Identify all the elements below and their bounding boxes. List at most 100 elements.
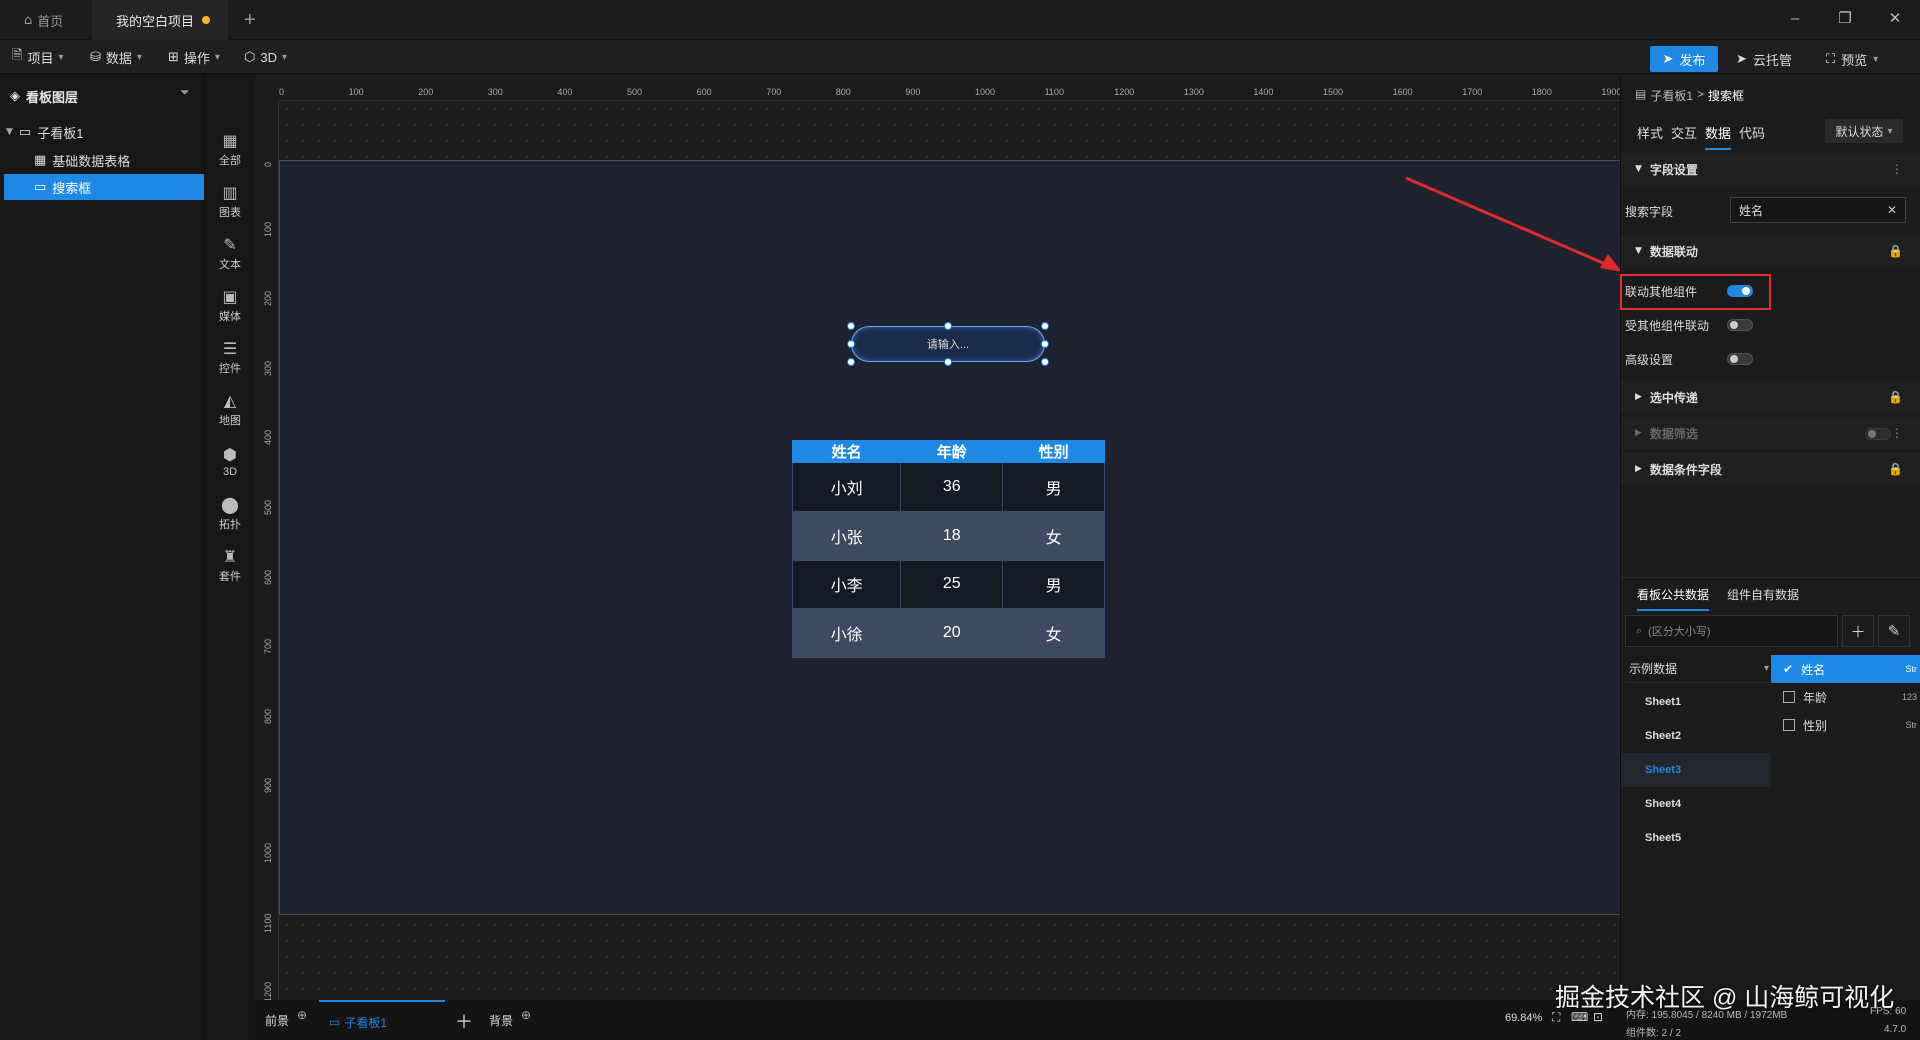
page-icon: ▤ [1635, 87, 1647, 101]
field-item[interactable]: 年龄 123 [1771, 683, 1920, 711]
title-bar: ⌂ 首页 我的空白项目 + – ❐ ✕ [0, 0, 1920, 40]
tab-style[interactable]: 样式 [1637, 123, 1663, 142]
caret-right-icon: ▶ [1635, 428, 1642, 438]
add-foreground-icon[interactable]: ⊕ [297, 1008, 307, 1022]
more-icon[interactable]: ⋮ [1891, 426, 1903, 440]
resize-handle[interactable] [1041, 340, 1049, 348]
resize-handle[interactable] [1041, 322, 1049, 330]
zoom-level[interactable]: 69.84% [1505, 1012, 1542, 1024]
add-tab-button[interactable]: + [244, 0, 256, 40]
publish-button[interactable]: ➤ 发布 [1650, 46, 1718, 72]
more-icon[interactable]: ⋮ [1891, 162, 1903, 176]
tab-board-public-data[interactable]: 看板公共数据 [1637, 586, 1710, 611]
ruler-tick-label: 100 [263, 221, 273, 237]
add-dataset-button[interactable]: ＋ [1842, 615, 1874, 647]
tool-text[interactable]: ✎ 文本 [205, 229, 255, 277]
database-icon: ⛁ [90, 49, 101, 65]
preview-button[interactable]: ⛶ 预览 ▾ [1826, 46, 1878, 72]
tab-project[interactable]: 我的空白项目 [92, 0, 228, 40]
edit-icon: ✎ [1887, 622, 1901, 640]
table-cell: 小徐 [791, 608, 902, 658]
ruler-tick-label: 200 [263, 291, 273, 307]
layer-board[interactable]: ▼ ▭ 子看板1 [6, 119, 83, 145]
section-select-pass[interactable]: ▶ 选中传递 🔒 [1621, 381, 1920, 413]
menu-project[interactable]: 🗎 项目 ▾ [12, 40, 64, 74]
foreground-tab[interactable]: 前景 [265, 1012, 289, 1029]
caret-right-icon: ▶ [1635, 392, 1642, 402]
table-cell: 小刘 [791, 462, 902, 512]
cube-icon: ⬡ [244, 49, 256, 65]
checkbox[interactable] [1783, 719, 1795, 731]
tab-home[interactable]: ⌂ 首页 [8, 0, 88, 40]
add-background-icon[interactable]: ⊕ [521, 1008, 531, 1022]
menu-3d[interactable]: ⬡ 3D ▾ [244, 40, 287, 74]
minimize-icon[interactable]: – [1784, 8, 1806, 30]
tool-3d[interactable]: ⬢ 3D [205, 437, 255, 485]
tool-control[interactable]: ☰ 控件 [205, 333, 255, 381]
resize-handle[interactable] [944, 322, 952, 330]
chevron-down-icon: ▾ [136, 51, 142, 63]
clear-icon[interactable]: ✕ [1887, 203, 1897, 217]
tab-data[interactable]: 数据 [1705, 123, 1732, 150]
sheet-item[interactable]: Sheet1 [1621, 685, 1771, 719]
sheet-item[interactable]: Sheet4 [1621, 787, 1771, 821]
edit-dataset-button[interactable]: ✎ [1878, 615, 1910, 647]
add-board-icon[interactable]: ＋ [455, 1008, 473, 1034]
table-cell: 36 [900, 462, 1004, 512]
dataset-select[interactable]: 示例数据 ▾ [1625, 655, 1775, 683]
field-item[interactable]: 性别 Str [1771, 711, 1920, 739]
linked-by-other-toggle[interactable] [1727, 319, 1753, 331]
section-data-condition[interactable]: ▶ 数据条件字段 🔒 [1621, 453, 1920, 485]
board-tab[interactable]: ▭ 子看板1 [319, 1000, 445, 1040]
restore-icon[interactable]: ❐ [1834, 8, 1856, 30]
layer-search[interactable]: ▭ 搜索框 [4, 174, 204, 200]
ruler-tick-label: 1900 [1601, 87, 1622, 97]
filter-icon[interactable]: ⏷ [180, 85, 190, 100]
tool-all[interactable]: ▦ 全部 [205, 125, 255, 173]
resize-handle[interactable] [1041, 358, 1049, 366]
search-field-input[interactable]: 姓名 ✕ [1730, 197, 1906, 223]
tool-topology[interactable]: ⬤ 拓扑 [205, 489, 255, 537]
search-field-label: 搜索字段 [1625, 205, 1674, 219]
sheet-item[interactable]: Sheet2 [1621, 719, 1771, 753]
background-tab[interactable]: 背景 [489, 1012, 513, 1029]
tab-component-own-data[interactable]: 组件自有数据 [1727, 586, 1799, 603]
tab-interaction[interactable]: 交互 [1671, 123, 1697, 142]
layer-table[interactable]: ▦ 基础数据表格 [34, 147, 130, 173]
resize-handle[interactable] [847, 340, 855, 348]
table-icon: ▦ [34, 152, 47, 168]
checkbox[interactable] [1783, 691, 1795, 703]
resize-handle[interactable] [944, 358, 952, 366]
ruler-tick-label: 1000 [263, 842, 273, 863]
section-field-settings[interactable]: ▼ 字段设置 ⋮ [1621, 153, 1920, 185]
sheet-item[interactable]: Sheet5 [1621, 821, 1771, 855]
data-table-component[interactable]: 姓名 年龄 性别 小刘 36 男 小张 18 女 小李 25 男 小徐 20 女 [791, 440, 1105, 658]
resize-handle[interactable] [847, 358, 855, 366]
send-icon: ➤ [1662, 51, 1674, 67]
data-source-tabs: 看板公共数据 组件自有数据 [1621, 577, 1920, 611]
close-window-icon[interactable]: ✕ [1884, 8, 1906, 30]
section-data-linkage[interactable]: ▼ 数据联动 🔒 [1621, 235, 1920, 267]
toggle-knob [1868, 430, 1876, 438]
ruler-tick-label: 900 [263, 778, 273, 794]
dataset-search-input[interactable]: ⌕ (区分大小写) [1625, 615, 1838, 647]
tool-kit[interactable]: ♜ 套件 [205, 541, 255, 589]
tab-code[interactable]: 代码 [1739, 123, 1765, 142]
menu-data[interactable]: ⛁ 数据 ▾ [90, 40, 142, 74]
field-item[interactable]: ✔ 姓名 Str [1771, 655, 1920, 683]
state-select[interactable]: 默认状态 ▾ [1825, 119, 1903, 143]
resize-handle[interactable] [847, 322, 855, 330]
sheet-item[interactable]: Sheet3 [1621, 753, 1771, 787]
search-box-component[interactable]: 请输入... [851, 326, 1045, 362]
data-filter-toggle[interactable] [1865, 428, 1891, 440]
advanced-toggle[interactable] [1727, 353, 1753, 365]
tool-map[interactable]: ◭ 地图 [205, 385, 255, 433]
toggle-knob [1730, 355, 1738, 363]
cloud-hosting-button[interactable]: ➤ 云托管 [1736, 46, 1792, 72]
cube-icon: ⬢ [223, 444, 237, 464]
menu-operate[interactable]: ⊞ 操作 ▾ [168, 40, 220, 74]
control-icon: ☰ [222, 338, 238, 358]
tool-chart[interactable]: ▥ 图表 [205, 177, 255, 225]
menu-bar: 🗎 项目 ▾ ⛁ 数据 ▾ ⊞ 操作 ▾ ⬡ 3D ▾ ➤ 发布 ➤ 云托管 ⛶ 预览 ▾ [0, 40, 1920, 74]
tool-media[interactable]: ▣ 媒体 [205, 281, 255, 329]
